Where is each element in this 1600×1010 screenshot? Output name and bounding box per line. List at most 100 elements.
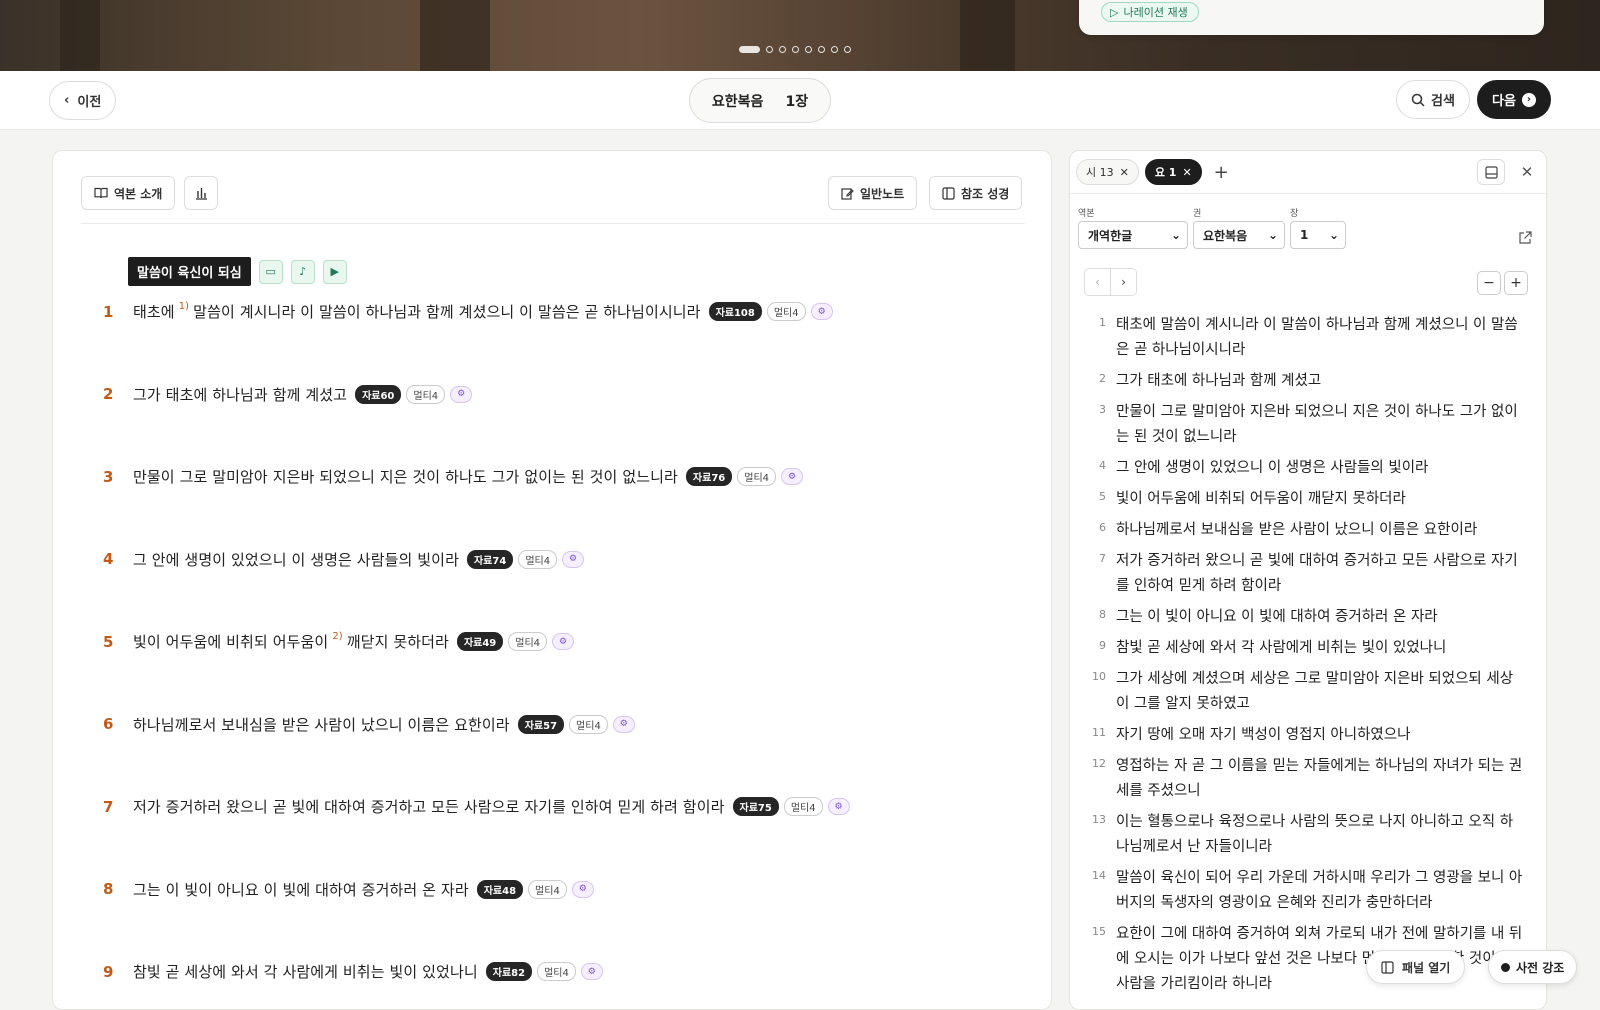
tabs-divider	[1070, 193, 1546, 194]
slide-dot[interactable]	[805, 46, 812, 53]
multi-badge[interactable]: 멀티4	[783, 797, 823, 816]
side-verse-row[interactable]: 5 빛이 어두움에 비취되 어두움이 깨닫지 못하더라	[1086, 487, 1526, 512]
resource-badge[interactable]: 자료57	[517, 714, 565, 734]
side-verse-row[interactable]: 1 태초에 말씀이 계시니라 이 말씀이 하나님과 함께 계셨으니 이 말씀은 곧…	[1086, 313, 1526, 363]
search-button[interactable]: 검색	[1396, 80, 1470, 119]
footnote-marker[interactable]: 1)	[179, 301, 189, 312]
general-note-label: 일반노트	[860, 186, 905, 201]
resource-badge[interactable]: 자료48	[476, 879, 524, 899]
side-verse-row[interactable]: 13 이는 혈통으로나 육정으로나 사람의 뜻으로 나지 아니하고 오직 하나님께…	[1086, 810, 1526, 860]
microphone-icon[interactable]: ♪	[290, 259, 315, 284]
version-select[interactable]: 개역한글 ⌄	[1078, 221, 1188, 249]
verse-row[interactable]: 2 그가 태초에 하나님과 함께 계셨고 자료60 멀티4 ⚙	[99, 384, 473, 405]
reference-side-panel: 시 13 ✕ 요 1 ✕ + ✕ 역본 권 장 개역한글 ⌄ 요한복음 ⌄ 1 …	[1069, 150, 1547, 1010]
general-note-button[interactable]: 일반노트	[828, 176, 918, 210]
zoom-in-button[interactable]: +	[1504, 271, 1528, 295]
verse-row[interactable]: 9 참빛 곧 세상에 와서 각 사람에게 비취는 빛이 있었나니 자료82 멀티4 ⚙	[99, 961, 603, 982]
chevron-right-icon[interactable]: ›	[1110, 268, 1137, 296]
side-verse-row[interactable]: 9 참빛 곧 세상에 와서 각 사람에게 비취는 빛이 있었나니	[1086, 636, 1526, 661]
next-chapter-button[interactable]: 다음 ›	[1477, 80, 1551, 119]
reference-bible-button[interactable]: 참조 성경	[929, 176, 1023, 210]
side-verse-text: 요한이 그에 대하여 증거하여 외쳐 가로되 내가 전에 말하기를 내 뒤에 오…	[1116, 926, 1523, 992]
gear-icon[interactable]: ⚙	[612, 715, 635, 733]
verse-row[interactable]: 8 그는 이 빛이 아니요 이 빛에 대하여 증거하러 온 자라 자료48 멀티4 ⚙	[99, 879, 594, 900]
side-verse-row[interactable]: 11 자기 땅에 오매 자기 백성이 영접지 아니하였으나	[1086, 723, 1526, 748]
resource-badge[interactable]: 자료60	[355, 384, 402, 404]
layout-toggle-icon[interactable]	[1477, 159, 1505, 185]
close-icon[interactable]: ✕	[1120, 166, 1129, 179]
multi-badge[interactable]: 멀티4	[518, 549, 558, 569]
external-link-icon[interactable]	[1511, 225, 1539, 251]
multi-badge[interactable]: 멀티4	[766, 302, 806, 321]
verse-row[interactable]: 7 저가 증거하러 왔으니 곧 빛에 대하여 증거하고 모든 사람으로 자기를 인…	[99, 796, 850, 817]
slide-dot[interactable]	[739, 46, 760, 53]
narration-play-button[interactable]: ▷ 나레이션 재생	[1101, 2, 1199, 22]
slide-dot[interactable]	[844, 46, 851, 53]
chevron-left-icon[interactable]: ‹	[1084, 268, 1111, 296]
side-verse-number: 13	[1092, 813, 1106, 826]
version-intro-button[interactable]: 역본 소개	[81, 176, 176, 210]
resource-badge[interactable]: 자료49	[456, 632, 504, 651]
close-panel-icon[interactable]: ✕	[1513, 159, 1541, 185]
resource-badge[interactable]: 자료76	[685, 467, 733, 486]
side-verse-row[interactable]: 12 영접하는 자 곧 그 이름을 믿는 자들에게는 하나님의 자녀가 되는 권세…	[1086, 754, 1526, 804]
verse-row[interactable]: 5 빛이 어두움에 비취되 어두움이 2) 깨닫지 못하더라 자료49 멀티4 ⚙	[99, 631, 575, 652]
book-chapter-selector[interactable]: 요한복음 1장	[689, 78, 831, 123]
chapter-select[interactable]: 1 ⌄	[1290, 221, 1346, 249]
side-verse-row[interactable]: 7 저가 증거하러 왔으니 곧 빛에 대하여 증거하고 모든 사람으로 자기를 인…	[1086, 549, 1526, 599]
side-verse-number: 11	[1092, 726, 1106, 739]
verse-row[interactable]: 4 그 안에 생명이 있었으니 이 생명은 사람들의 빛이라 자료74 멀티4 ⚙	[99, 549, 585, 570]
gear-icon[interactable]: ⚙	[562, 550, 585, 568]
chevron-down-icon: ⌄	[1267, 228, 1278, 242]
verse-row[interactable]: 6 하나님께로서 보내심을 받은 사람이 났으니 이름은 요한이라 자료57 멀티4 ⚙	[99, 714, 635, 735]
resource-badge[interactable]: 자료108	[708, 302, 762, 321]
dictionary-highlight-button[interactable]: 사전 강조	[1488, 950, 1578, 984]
add-tab-icon[interactable]: +	[1214, 162, 1229, 183]
multi-badge[interactable]: 멀티4	[508, 632, 548, 651]
side-verse-row[interactable]: 4 그 안에 생명이 있었으니 이 생명은 사람들의 빛이라	[1086, 456, 1526, 481]
close-icon[interactable]: ✕	[1182, 166, 1191, 179]
gear-icon[interactable]: ⚙	[552, 633, 575, 650]
side-verse-text: 참빛 곧 세상에 와서 각 사람에게 비취는 빛이 있었나니	[1116, 640, 1447, 656]
play-icon[interactable]: ▶	[322, 259, 347, 284]
gear-icon[interactable]: ⚙	[450, 385, 473, 403]
multi-badge[interactable]: 멀티4	[528, 879, 567, 899]
footnote-marker[interactable]: 2)	[332, 631, 342, 642]
verse-text-body: 만물이 그로 말미암아 지은바 되었으니 지은 것이 하나도 그가 없이는 된 …	[133, 468, 678, 486]
gear-icon[interactable]: ⚙	[810, 303, 833, 320]
side-verse-row[interactable]: 3 만물이 그로 말미암아 지은바 되었으니 지은 것이 하나도 그가 없이는 된…	[1086, 400, 1526, 450]
slide-dot[interactable]	[831, 46, 838, 53]
caption-icon[interactable]: ▭	[258, 259, 283, 284]
slide-dot[interactable]	[766, 46, 773, 53]
slide-dot[interactable]	[792, 46, 799, 53]
gear-icon[interactable]: ⚙	[827, 798, 850, 815]
version-value: 개역한글	[1088, 228, 1133, 243]
side-verse-row[interactable]: 8 그는 이 빛이 아니요 이 빛에 대하여 증거하러 온 자라	[1086, 605, 1526, 630]
multi-badge[interactable]: 멀티4	[569, 714, 608, 734]
zoom-out-button[interactable]: −	[1477, 271, 1501, 295]
verse-row[interactable]: 3 만물이 그로 말미암아 지은바 되었으니 지은 것이 하나도 그가 없이는 된…	[99, 466, 804, 487]
side-verse-row[interactable]: 14 말씀이 육신이 되어 우리 가운데 거하시매 우리가 그 영광을 보니 아버…	[1086, 866, 1526, 916]
gear-icon[interactable]: ⚙	[580, 963, 603, 980]
side-verse-row[interactable]: 6 하나님께로서 보내심을 받은 사람이 났으니 이름은 요한이라	[1086, 518, 1526, 543]
tab-psalm-13[interactable]: 시 13 ✕	[1076, 159, 1139, 185]
resource-badge[interactable]: 자료74	[466, 549, 514, 569]
multi-badge[interactable]: 멀티4	[737, 467, 777, 486]
multi-badge[interactable]: 멀티4	[406, 384, 446, 404]
tab-john-1[interactable]: 요 1 ✕	[1144, 159, 1202, 185]
book-select[interactable]: 요한복음 ⌄	[1193, 221, 1285, 249]
resource-badge[interactable]: 자료82	[485, 962, 533, 981]
statistics-button[interactable]	[184, 176, 218, 210]
open-panel-button[interactable]: 패널 열기	[1366, 950, 1466, 984]
prev-chapter-button[interactable]: ‹ 이전	[49, 81, 117, 120]
resource-badge[interactable]: 자료75	[732, 797, 779, 816]
gear-icon[interactable]: ⚙	[781, 468, 804, 485]
book-field-label: 권	[1193, 209, 1202, 219]
multi-badge[interactable]: 멀티4	[537, 962, 576, 981]
side-verse-row[interactable]: 10 그가 세상에 계셨으며 세상은 그로 말미암아 지은바 되었으되 세상이 그…	[1086, 667, 1526, 717]
gear-icon[interactable]: ⚙	[571, 880, 594, 898]
verse-row[interactable]: 1 태초에 1) 말씀이 계시니라 이 말씀이 하나님과 함께 계셨으니 이 말씀은 …	[99, 301, 833, 322]
slide-dot[interactable]	[779, 46, 786, 53]
side-verse-row[interactable]: 2 그가 태초에 하나님과 함께 계셨고	[1086, 369, 1526, 394]
slide-dot[interactable]	[818, 46, 825, 53]
